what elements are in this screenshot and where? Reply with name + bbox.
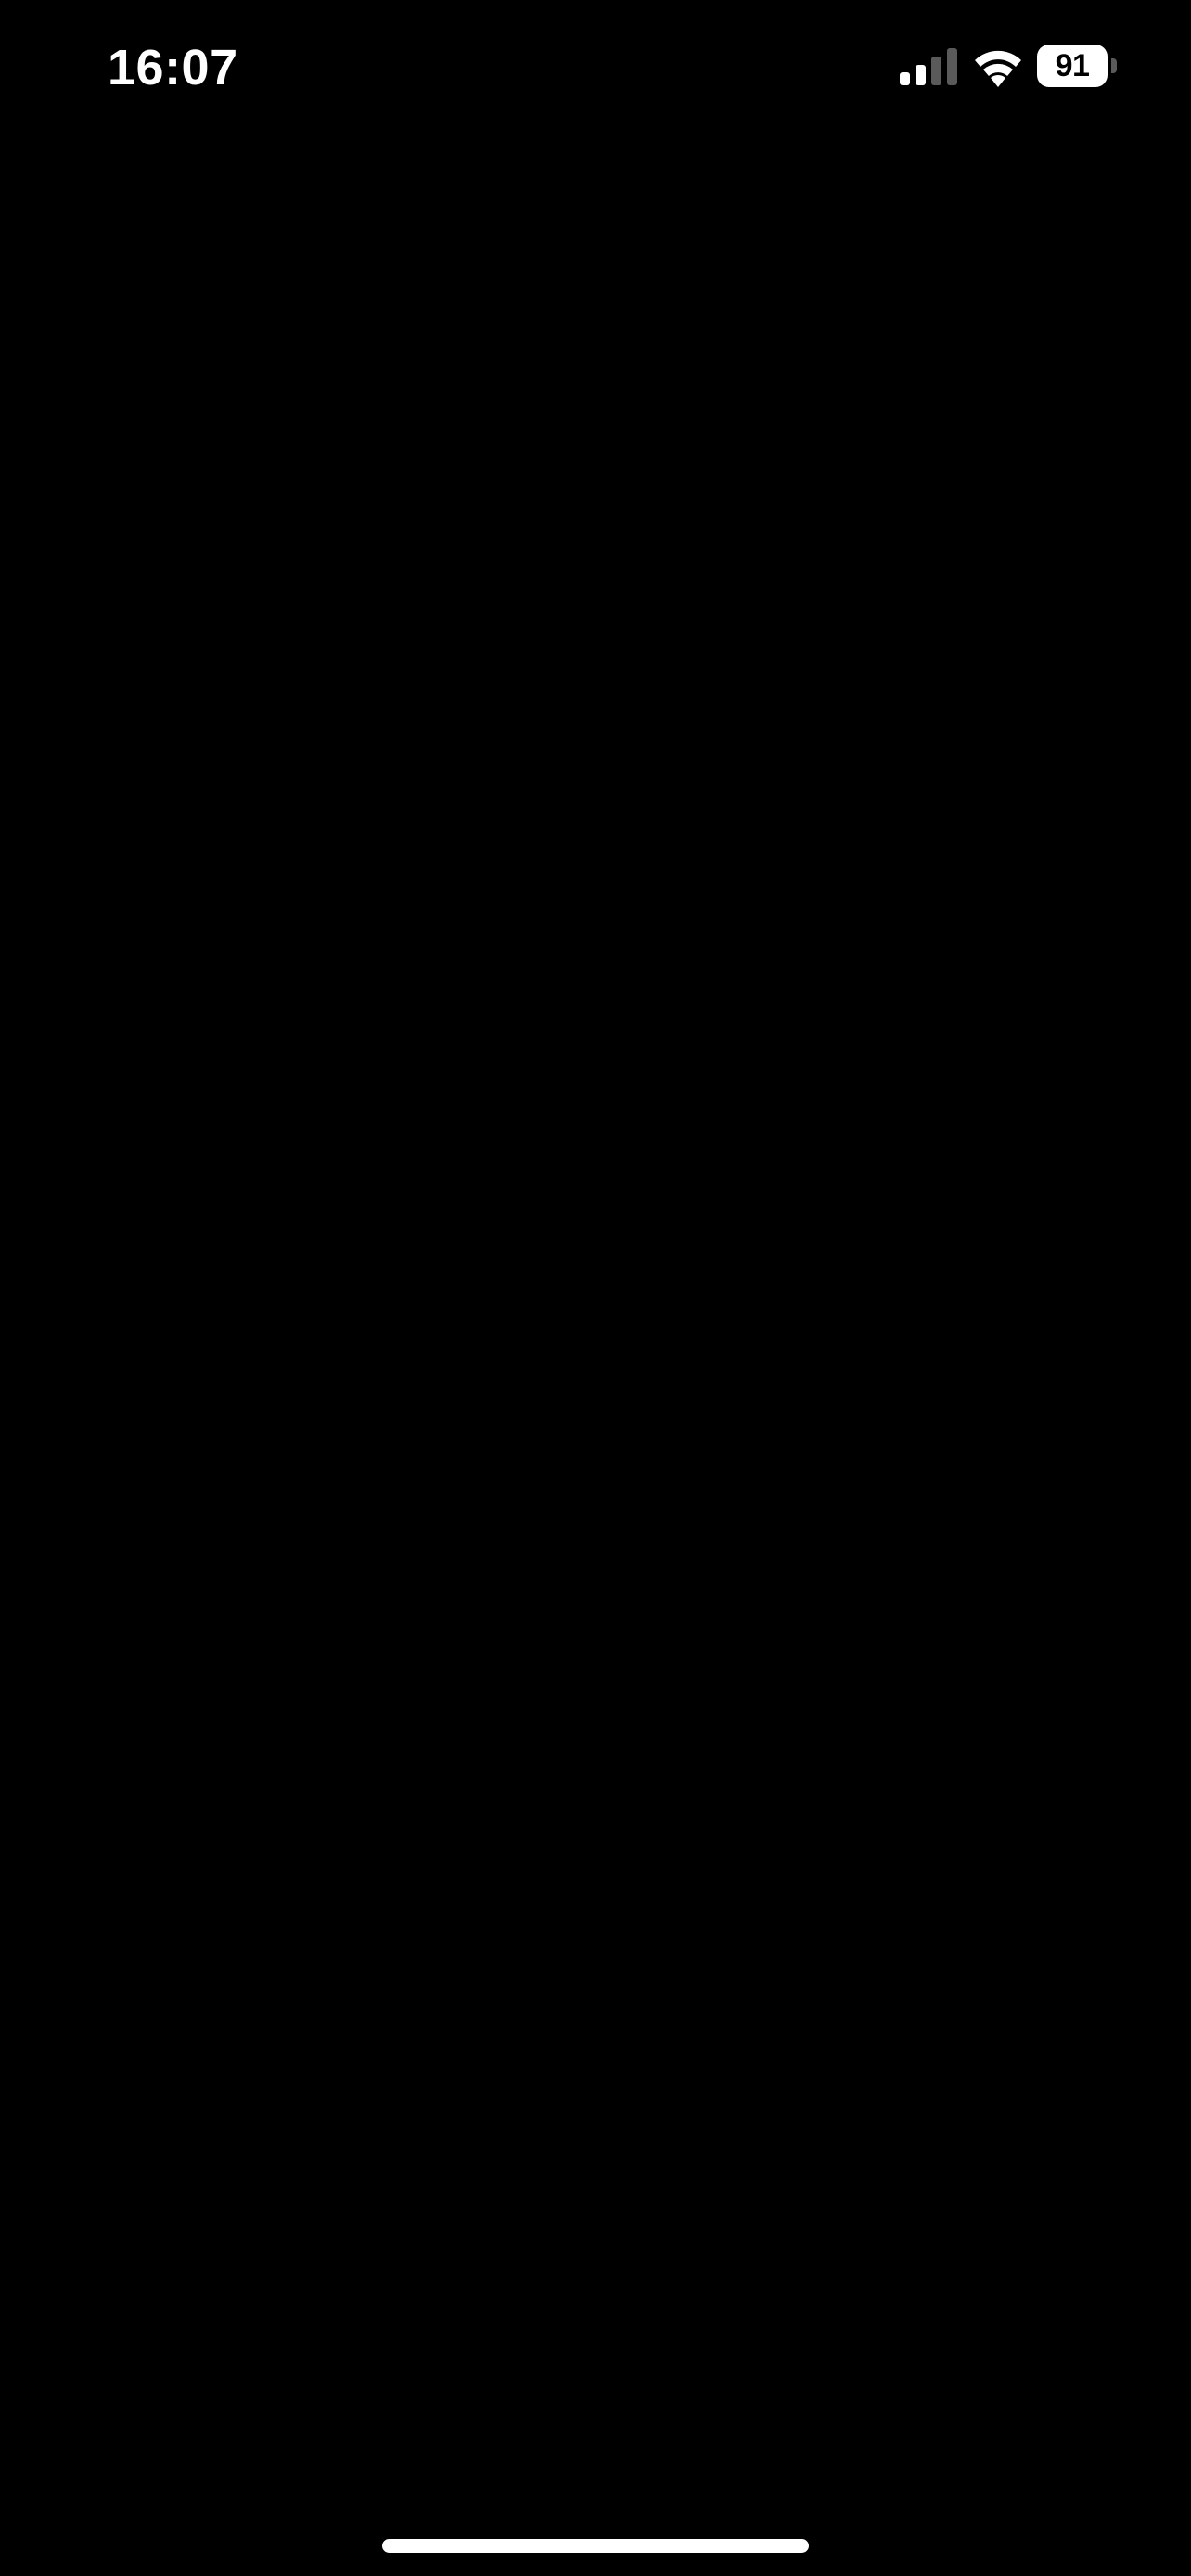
battery-level-text: 91	[1055, 48, 1090, 83]
home-indicator[interactable]	[382, 2539, 809, 2553]
battery-cap	[1111, 58, 1117, 73]
wifi-icon	[975, 50, 1021, 87]
status-bar: 16:07 91	[0, 0, 1191, 139]
cellular-signal-icon	[900, 48, 957, 85]
phone-screen: 16:07 91	[0, 0, 1191, 2576]
status-time: 16:07	[108, 40, 238, 96]
battery-icon: 91	[1037, 45, 1117, 87]
battery-body: 91	[1037, 45, 1108, 87]
blank-content-area	[0, 139, 1191, 2513]
